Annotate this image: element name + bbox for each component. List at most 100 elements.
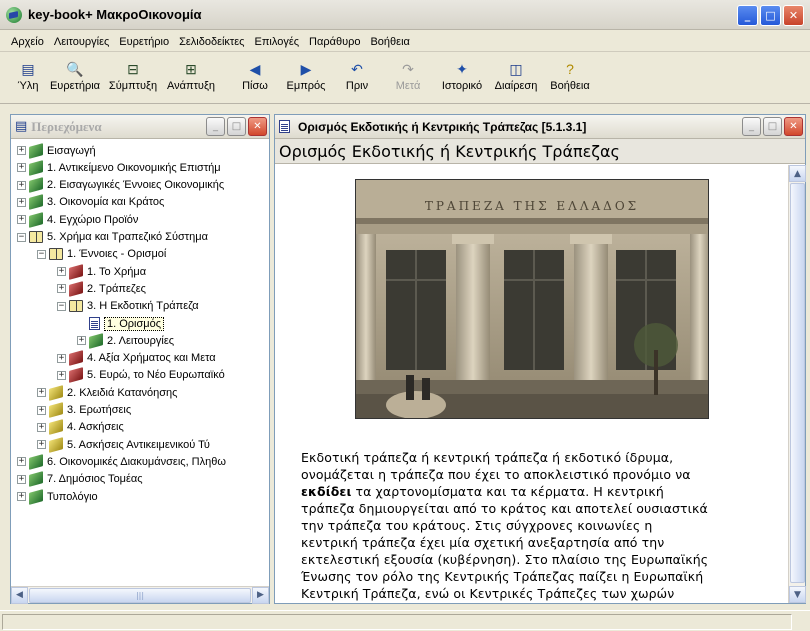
menu-item-6[interactable]: Βοήθεια	[365, 36, 414, 48]
tree-item[interactable]: − 5. Χρήμα και Τραπεζικό Σύστημα	[17, 229, 208, 246]
expand-node-icon[interactable]: +	[17, 457, 26, 467]
book-icon	[29, 142, 43, 159]
tree-item[interactable]: + Τυπολόγιο	[17, 488, 98, 505]
expand-node-icon[interactable]: +	[37, 388, 46, 398]
contents-icon: ▤	[15, 119, 28, 134]
expand-node-icon[interactable]: +	[37, 440, 46, 450]
contents-minimize-button[interactable]: _	[206, 117, 225, 136]
tree-item[interactable]: − 1. Έννοιες - Ορισμοί	[37, 246, 166, 263]
forward-arrow-icon: ▶	[300, 60, 312, 77]
close-button[interactable]: ✕	[783, 5, 804, 26]
toolbar-button-collapse[interactable]: ⊟ Σύμπτυξη	[104, 54, 162, 103]
maximize-button[interactable]: □	[760, 5, 781, 26]
toolbar-button-contents[interactable]: ▤ Ύλη	[10, 54, 46, 103]
expand-node-icon[interactable]: +	[17, 197, 26, 207]
toolbar-button-undo[interactable]: ↶ Πριν	[332, 54, 382, 103]
menu-item-2[interactable]: Ευρετήριο	[114, 36, 174, 48]
tree-item[interactable]: +5. Ασκήσεις Αντικειμενικού Τύ	[37, 436, 210, 453]
book-icon	[49, 419, 63, 436]
expand-node-icon[interactable]: +	[37, 405, 46, 415]
expand-node-icon[interactable]: +	[17, 146, 26, 155]
maximize-icon: □	[765, 9, 776, 22]
scroll-down-button[interactable]: ▼	[789, 586, 806, 603]
tree-item-label: 4. Εγχώριο Προϊόν	[47, 213, 139, 226]
tree-item[interactable]: +2. Λειτουργίες	[77, 332, 174, 349]
book-icon	[29, 488, 43, 505]
expand-node-icon[interactable]: +	[57, 353, 66, 363]
tree-item-label: 5. Ασκήσεις Αντικειμενικού Τύ	[67, 438, 210, 451]
toolbar-button-help[interactable]: ? Βοήθεια	[542, 54, 598, 103]
scroll-up-button[interactable]: ▲	[789, 165, 806, 182]
toolbar-label: Πριν	[345, 80, 369, 92]
menu-item-5[interactable]: Παράθυρο	[304, 36, 365, 48]
expand-node-icon[interactable]: +	[17, 492, 26, 501]
tree-item[interactable]: +4. Αξία Χρήματος και Μετα	[57, 350, 216, 367]
tree-item[interactable]: +1. Αντικείμενο Οικονομικής Επιστήμ	[17, 159, 221, 176]
expand-node-icon[interactable]: +	[17, 474, 26, 484]
tree-item-label: 2. Εισαγωγικές Έννοιες Οικονομικής	[47, 179, 225, 192]
menu-item-1[interactable]: Λειτουργίες	[49, 36, 114, 48]
toolbar-button-back-arrow[interactable]: ◀ Πίσω	[230, 54, 280, 103]
tree-item-label: Τυπολόγιο	[47, 490, 98, 503]
tree-item[interactable]: +2. Εισαγωγικές Έννοιες Οικονομικής	[17, 177, 224, 194]
toolbar-button-search[interactable]: 🔍 Ευρετήρια	[46, 54, 104, 103]
tree-item[interactable]: +4. Εγχώριο Προϊόν	[17, 211, 138, 228]
topic-close-button[interactable]: ✕	[784, 117, 803, 136]
collapse-node-icon[interactable]: −	[37, 249, 46, 259]
expand-node-icon[interactable]: +	[57, 370, 66, 380]
book-icon	[69, 367, 83, 384]
toolbar-button-expand[interactable]: ⊞ Ανάπτυξη	[162, 54, 220, 103]
menu-item-4[interactable]: Επιλογές	[250, 36, 305, 48]
tree-item-label: 4. Αξία Χρήματος και Μετα	[87, 352, 216, 365]
topic-minimize-button[interactable]: _	[742, 117, 761, 136]
tree-item[interactable]: +6. Οικονομικές Διακυμάνσεις, Πληθω	[17, 453, 226, 470]
tree-item-label: 2. Τράπεζες	[87, 282, 146, 295]
expand-node-icon[interactable]: +	[57, 284, 66, 294]
book-icon	[49, 402, 63, 418]
vertical-scroll-thumb[interactable]	[790, 183, 805, 583]
tree-item[interactable]: − 3. Η Εκδοτική Τράπεζα	[57, 298, 199, 315]
scroll-left-button[interactable]: ◀	[11, 586, 28, 604]
expand-node-icon[interactable]: +	[57, 267, 66, 277]
tree-item[interactable]: +2. Τράπεζες	[57, 280, 146, 297]
collapse-node-icon[interactable]: −	[57, 301, 66, 311]
bank-sign-text: ΤΡΑΠΕΖΑ ΤΗΣ ΕΛΛΑΔΟΣ	[425, 199, 639, 213]
scroll-right-button[interactable]: ▶	[252, 586, 269, 604]
toolbar-label: Διαίρεση	[494, 80, 538, 92]
close-icon: ✕	[788, 9, 799, 22]
expand-node-icon[interactable]: +	[17, 215, 26, 225]
toolbar-label: Σύμπτυξη	[108, 80, 158, 92]
expand-node-icon[interactable]: +	[17, 180, 26, 190]
tree-item[interactable]: +4. Ασκήσεις	[37, 419, 124, 436]
expand-node-icon[interactable]: +	[17, 163, 26, 173]
expand-node-icon[interactable]: +	[37, 422, 46, 432]
tree-item[interactable]: +7. Δημόσιος Τομέας	[17, 471, 143, 488]
topic-maximize-button[interactable]: □	[763, 117, 782, 136]
tree-item[interactable]: +2. Κλειδιά Κατανόησης	[37, 384, 177, 401]
tree-item[interactable]: +3. Οικονομία και Κράτος	[17, 194, 164, 211]
toolbar-button-history[interactable]: ✦ Ιστορικό	[434, 54, 490, 103]
menu-item-3[interactable]: Σελιδοδείκτες	[174, 36, 249, 48]
topic-pane-header: Ορισμός Εκδοτικής ή Κεντρικής Τράπεζας […	[275, 115, 805, 139]
tree-item[interactable]: + Εισαγωγή	[17, 142, 96, 159]
expand-node-icon[interactable]: +	[77, 336, 86, 346]
menu-item-0[interactable]: Αρχείο	[6, 36, 49, 48]
contents-close-button[interactable]: ✕	[248, 117, 267, 136]
tree-item[interactable]: +5. Ευρώ, το Νέο Ευρωπαϊκό	[57, 367, 225, 384]
expand-icon: ⊞	[185, 60, 197, 77]
toolbar-button-split-view[interactable]: ◫ Διαίρεση	[490, 54, 542, 103]
tree-horizontal-scrollbar[interactable]: ◀ ||| ▶	[11, 586, 269, 604]
arrow-left-icon: ◀	[16, 590, 23, 600]
contents-maximize-button[interactable]: □	[227, 117, 246, 136]
collapse-node-icon[interactable]: −	[17, 232, 26, 242]
text-run: εκτελεστική εξουσία (κυβέρνηση). Στο πλα…	[301, 552, 709, 567]
minimize-button[interactable]: _	[737, 5, 758, 26]
tree-item[interactable]: 1. Ορισμός	[77, 315, 165, 332]
close-icon: ✕	[253, 121, 262, 132]
horizontal-scroll-thumb[interactable]: |||	[29, 588, 251, 603]
topic-pane-title: Ορισμός Εκδοτικής ή Κεντρικής Τράπεζας […	[298, 119, 587, 134]
topic-vertical-scrollbar[interactable]: ▲ ▼	[788, 165, 806, 603]
tree-item[interactable]: +1. Το Χρήμα	[57, 263, 146, 280]
toolbar-button-forward-arrow[interactable]: ▶ Εμπρός	[280, 54, 332, 103]
tree-item[interactable]: +3. Ερωτήσεις	[37, 402, 131, 419]
